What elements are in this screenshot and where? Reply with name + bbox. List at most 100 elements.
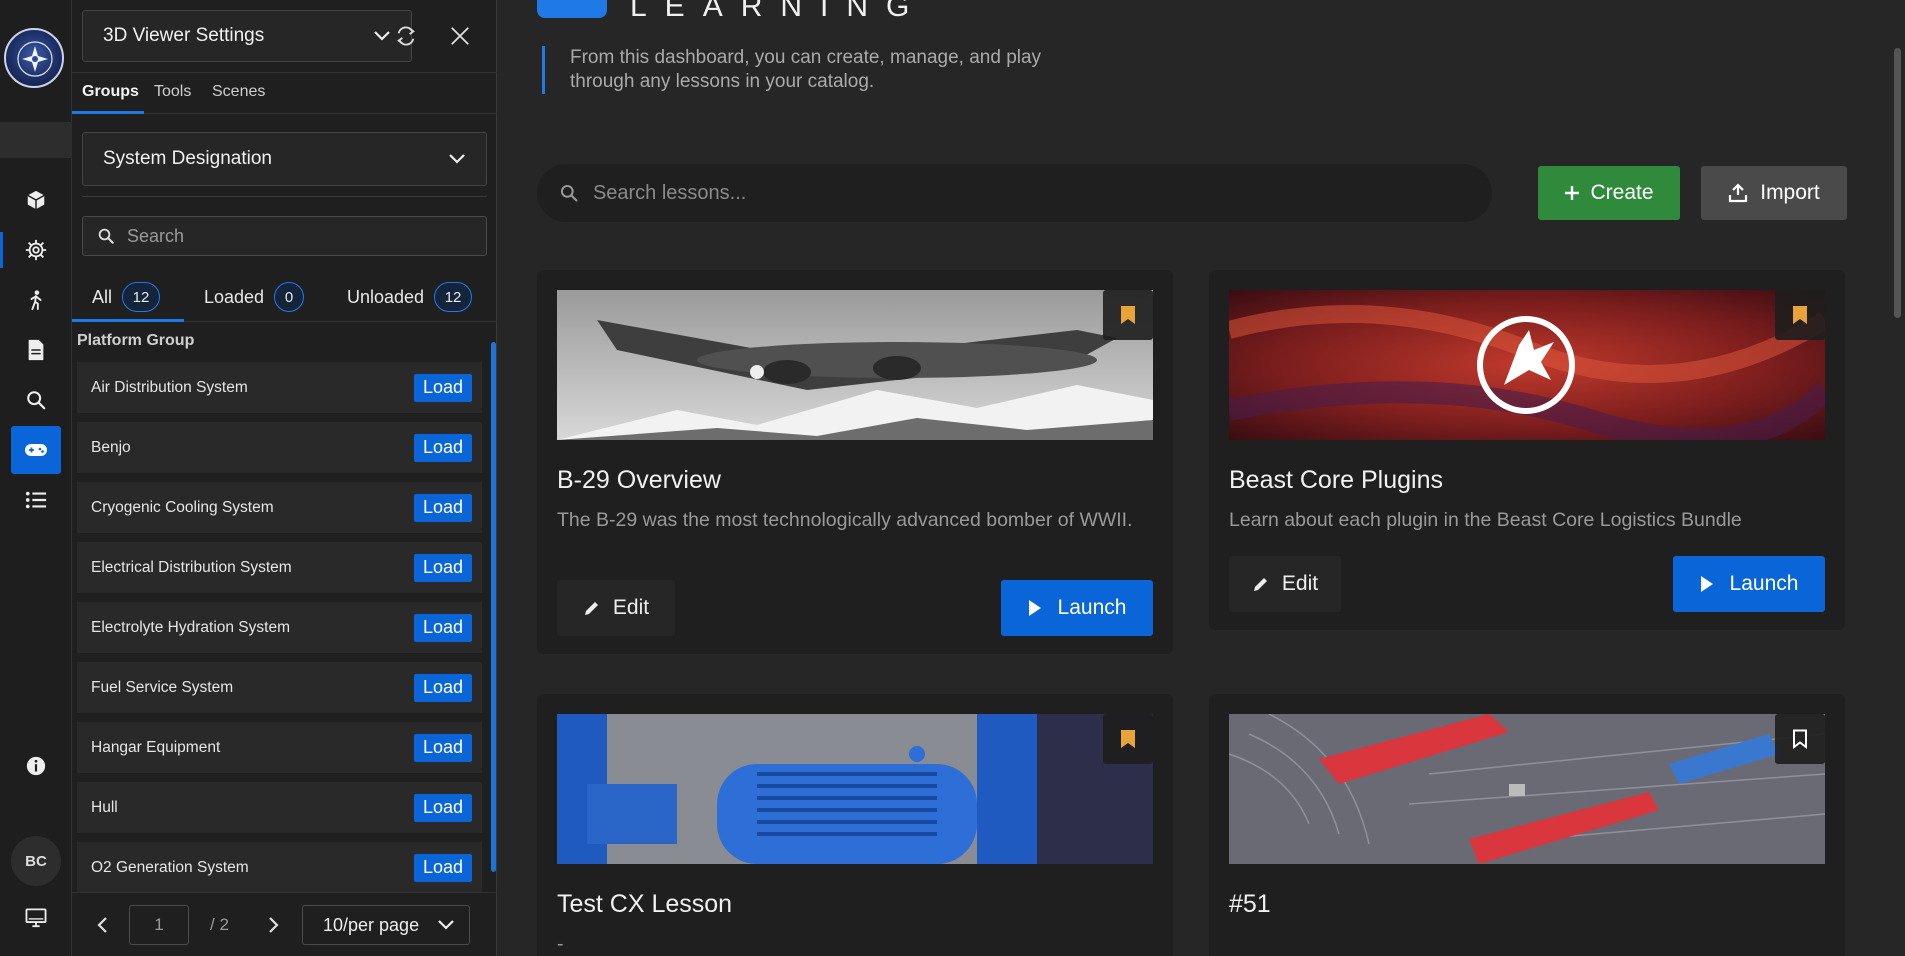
- bookmark-button[interactable]: [1103, 290, 1153, 340]
- monitor-icon[interactable]: [0, 894, 72, 942]
- lesson-title: Beast Core Plugins: [1229, 466, 1444, 494]
- bookmark-button[interactable]: [1775, 714, 1825, 764]
- import-label: Import: [1760, 181, 1820, 204]
- page-number-input[interactable]: [129, 905, 189, 945]
- count-badge: 12: [122, 282, 161, 312]
- cube-icon[interactable]: [0, 176, 72, 224]
- load-button[interactable]: Load: [413, 853, 472, 882]
- prev-page-button[interactable]: [90, 913, 114, 937]
- launch-button[interactable]: Launch: [1001, 580, 1153, 636]
- lessons-dashboard: LEARNING From this dashboard, you can cr…: [497, 0, 1905, 956]
- filter-label: Loaded: [204, 286, 265, 307]
- bookmark-icon: [1793, 306, 1807, 324]
- pagination: / 2 10/per page: [72, 892, 497, 956]
- load-button[interactable]: Load: [413, 433, 472, 462]
- rail-band: [0, 122, 72, 158]
- lesson-title: #51: [1229, 890, 1271, 918]
- edit-button[interactable]: Edit: [557, 580, 675, 636]
- app-logo[interactable]: [4, 28, 64, 88]
- load-button[interactable]: Load: [413, 793, 472, 822]
- system-name: Fuel Service System: [91, 678, 234, 696]
- load-button[interactable]: Load: [413, 673, 472, 702]
- icon-rail: BC: [0, 0, 72, 956]
- upload-icon: [1729, 183, 1748, 203]
- import-button[interactable]: Import: [1701, 166, 1847, 220]
- load-button[interactable]: Load: [413, 733, 472, 762]
- filter-loaded[interactable]: Loaded 0: [204, 282, 305, 312]
- tab-scenes[interactable]: Scenes: [212, 83, 265, 101]
- close-button[interactable]: [442, 18, 478, 54]
- bookmark-button[interactable]: [1775, 290, 1825, 340]
- list-item: Benjo Load: [77, 422, 482, 473]
- page-size-select[interactable]: 10/per page: [302, 905, 470, 945]
- panel-tabs: Groups Tools Scenes: [72, 72, 497, 114]
- edit-label: Edit: [1281, 572, 1319, 595]
- edit-button[interactable]: Edit: [1229, 556, 1341, 612]
- filter-unloaded[interactable]: Unloaded 12: [347, 282, 473, 312]
- search-icon[interactable]: [0, 376, 72, 424]
- info-icon[interactable]: [0, 742, 72, 790]
- list-item: O2 Generation System Load: [77, 842, 482, 893]
- viewer-settings-panel: 3D Viewer Settings Groups Tools Scenes S…: [72, 0, 497, 956]
- tab-tools[interactable]: Tools: [154, 83, 191, 101]
- list-item: Fuel Service System Load: [77, 662, 482, 713]
- lesson-card: Beast Core Plugins Learn about each plug…: [1209, 270, 1845, 630]
- page-total: / 2: [210, 915, 229, 934]
- list-item: Hull Load: [77, 782, 482, 833]
- lesson-description: The B-29 was the most technologically ad…: [557, 509, 1133, 531]
- tab-groups[interactable]: Groups: [82, 83, 139, 101]
- system-name: Cryogenic Cooling System: [91, 498, 274, 516]
- play-icon: [1700, 576, 1713, 592]
- brand-mark: [537, 0, 607, 18]
- system-name: Electrical Distribution System: [91, 558, 292, 576]
- system-name: Air Distribution System: [91, 378, 248, 396]
- gamepad-icon[interactable]: [11, 426, 61, 474]
- load-button[interactable]: Load: [413, 373, 472, 402]
- filter-label: All: [92, 286, 113, 307]
- divider: [82, 196, 487, 197]
- person-icon[interactable]: [0, 276, 72, 324]
- bookmark-icon: [1121, 730, 1135, 748]
- document-icon[interactable]: [0, 326, 72, 374]
- lesson-thumbnail: [1229, 714, 1825, 864]
- dashboard-intro: From this dashboard, you can create, man…: [542, 46, 1042, 94]
- filter-all[interactable]: All 12: [92, 282, 161, 312]
- system-search-input[interactable]: [127, 225, 467, 247]
- lesson-description: Learn about each plugin in the Beast Cor…: [1229, 509, 1742, 531]
- load-button[interactable]: Load: [413, 493, 472, 522]
- system-list: Air Distribution System Load Benjo Load Cr…: [77, 362, 482, 902]
- lesson-card: #51: [1209, 694, 1845, 956]
- load-button[interactable]: Load: [413, 553, 472, 582]
- list-item: Electrolyte Hydration System Load: [77, 602, 482, 653]
- group-title: Platform Group: [77, 332, 195, 349]
- bookmark-icon: [1121, 306, 1135, 324]
- lesson-thumbnail: [557, 714, 1153, 864]
- list-item: Hangar Equipment Load: [77, 722, 482, 773]
- list-icon[interactable]: [0, 476, 72, 524]
- group-by-label: System Designation: [103, 148, 272, 169]
- lesson-thumbnail: [557, 290, 1153, 440]
- load-button[interactable]: Load: [413, 613, 472, 642]
- filter-label: Unloaded: [347, 286, 425, 307]
- search-icon: [98, 228, 114, 244]
- create-button[interactable]: Create: [1538, 166, 1680, 220]
- main-scrollbar[interactable]: [1894, 48, 1901, 318]
- lesson-search-input[interactable]: [592, 181, 1470, 205]
- viewer-settings-select[interactable]: 3D Viewer Settings: [82, 10, 412, 62]
- bookmark-button[interactable]: [1103, 714, 1153, 764]
- next-page-button[interactable]: [262, 913, 286, 937]
- group-by-select[interactable]: System Designation: [82, 132, 487, 186]
- close-icon: [451, 27, 469, 45]
- scrollbar-thumb[interactable]: [491, 342, 496, 872]
- chevron-down-icon: [438, 920, 454, 930]
- load-filter-tabs: All 12 Loaded 0 Unloaded 12: [72, 270, 497, 322]
- count-badge: 12: [434, 282, 473, 312]
- gear-icon[interactable]: [0, 226, 72, 274]
- launch-button[interactable]: Launch: [1673, 556, 1825, 612]
- launch-label: Launch: [1729, 572, 1799, 595]
- user-avatar[interactable]: BC: [11, 836, 61, 886]
- create-label: Create: [1590, 181, 1654, 204]
- refresh-icon: [397, 26, 415, 46]
- chevron-right-icon: [269, 917, 279, 933]
- refresh-button[interactable]: [388, 18, 424, 54]
